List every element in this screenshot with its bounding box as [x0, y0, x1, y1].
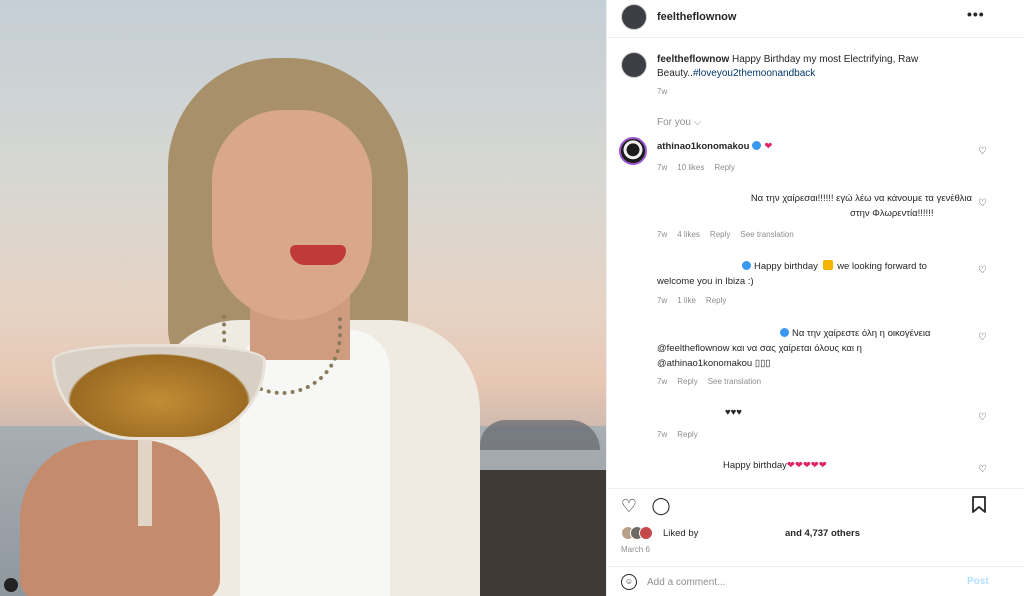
black-hearts-emoji: ♥♥♥	[725, 407, 742, 418]
add-comment-bar: ☺ Post	[607, 566, 1024, 596]
comment-4-line-3: @athinao1konomakou ▯▯▯	[657, 358, 771, 369]
verified-badge-icon	[752, 141, 762, 150]
comment-username[interactable]: athinao1konomakou	[657, 141, 749, 152]
reply-button[interactable]: Reply	[710, 230, 730, 239]
verified-badge-icon	[742, 261, 751, 270]
bookmark-icon[interactable]	[969, 496, 989, 516]
comment-like-heart-icon[interactable]: ♡	[977, 464, 988, 475]
comment-likes[interactable]: 4 likes	[677, 230, 700, 239]
comment-like-heart-icon[interactable]: ♡	[977, 146, 988, 157]
reply-button[interactable]: Reply	[677, 377, 697, 386]
comment-2: Να την χαίρεσαι!!!!!! εγώ λέω να κάνουμε…	[697, 191, 972, 221]
photo-island	[480, 420, 600, 450]
liked-by-label: Liked by	[663, 528, 699, 539]
reply-button[interactable]: Reply	[706, 296, 726, 305]
comment-3-line-2: welcome you in Ibiza :)	[657, 276, 754, 287]
comment-4: Να την χαίρεστε όλη η οικογένεια @feelth…	[657, 326, 967, 371]
caption-hashtag[interactable]: #loveyou2themoonandback	[693, 68, 815, 79]
comment-icon[interactable]: ◯	[651, 496, 671, 516]
post-date: March 6	[621, 545, 650, 554]
tagged-user-icon[interactable]	[4, 578, 18, 592]
comment-likes[interactable]: 10 likes	[677, 163, 704, 172]
comment-time: 7w	[657, 163, 668, 172]
comment-like-heart-icon[interactable]: ♡	[977, 412, 988, 423]
comment-4-line-1: Να την χαίρεστε όλη η οικογένεια	[792, 328, 931, 339]
comment-like-heart-icon[interactable]: ♡	[977, 198, 988, 209]
comment-4-meta: 7w Reply See translation	[657, 377, 771, 386]
comment-time: 7w	[657, 430, 668, 439]
post-header: feeltheflownow •••	[607, 0, 1024, 38]
comment-like-heart-icon[interactable]: ♡	[977, 332, 988, 343]
comment-3-line-1b: we looking forward to	[837, 261, 927, 272]
comment-3-meta: 7w 1 like Reply	[657, 296, 736, 305]
post-photo[interactable]	[0, 0, 606, 596]
comment-time: 7w	[657, 230, 668, 239]
post-caption: feeltheflownow Happy Birthday my most El…	[657, 53, 977, 81]
photo-lips	[290, 245, 346, 265]
reply-button[interactable]: Reply	[677, 430, 697, 439]
for-you-filter[interactable]: For you ⌵	[657, 117, 701, 128]
comment-1-meta: 7w 10 likes Reply	[657, 163, 745, 172]
photo-hand	[20, 440, 220, 596]
comment-6-text: Happy birthday	[723, 460, 787, 471]
comment-3: Happy birthday we looking forward to wel…	[657, 259, 967, 289]
caption-time: 7w	[657, 87, 668, 96]
comment-like-heart-icon[interactable]: ♡	[977, 265, 988, 276]
comment-time: 7w	[657, 296, 668, 305]
heart-icon[interactable]: ♡	[619, 496, 639, 516]
reply-button[interactable]: Reply	[714, 163, 734, 172]
red-hearts-emoji: ❤❤❤❤❤	[786, 460, 827, 471]
comment-2-line-1: Να την χαίρεσαι!!!!!! εγώ λέω να κάνουμε…	[750, 193, 972, 204]
see-translation-link[interactable]: See translation	[708, 377, 761, 386]
liker-avatar	[639, 526, 653, 540]
comment-5-meta: 7w Reply	[657, 430, 708, 439]
author-username[interactable]: feeltheflownow	[657, 11, 736, 23]
comment-4-line-2: @feeltheflownow και να σας χαίρεται όλου…	[657, 343, 862, 354]
caption-username[interactable]: feeltheflownow	[657, 54, 729, 65]
comment-1: athinao1konomakou ❤	[657, 139, 772, 154]
post-comment-button[interactable]: Post	[967, 576, 989, 587]
photo-glass-stem	[138, 436, 152, 526]
more-horizontal-icon[interactable]: •••	[967, 6, 985, 22]
see-translation-link[interactable]: See translation	[740, 230, 793, 239]
comment-2-line-2: στην Φλωρεντία!!!!!!	[850, 208, 934, 219]
comment-likes[interactable]: 1 like	[677, 296, 696, 305]
commenter-avatar[interactable]	[619, 137, 647, 165]
comment-2-meta: 7w 4 likes Reply See translation	[657, 230, 804, 239]
comment-5: ♥♥♥	[725, 405, 742, 420]
comment-6: Happy birthday❤❤❤❤❤	[723, 458, 827, 473]
post-side-panel: feeltheflownow ••• feeltheflownow Happy …	[606, 0, 1024, 596]
red-heart-emoji: ❤	[764, 141, 773, 152]
gift-emoji-icon	[822, 260, 833, 270]
comment-time: 7w	[657, 377, 668, 386]
author-avatar[interactable]	[621, 4, 647, 30]
likes-count[interactable]: and 4,737 others	[785, 528, 860, 539]
comment-3-line-1: Happy birthday	[754, 261, 818, 272]
emoji-icon[interactable]: ☺	[621, 574, 637, 590]
post-action-bar: ♡ ◯	[607, 488, 1024, 522]
caption-avatar[interactable]	[621, 52, 647, 78]
verified-badge-icon	[780, 328, 789, 337]
photo-face	[212, 110, 372, 320]
comment-input[interactable]	[647, 573, 947, 591]
